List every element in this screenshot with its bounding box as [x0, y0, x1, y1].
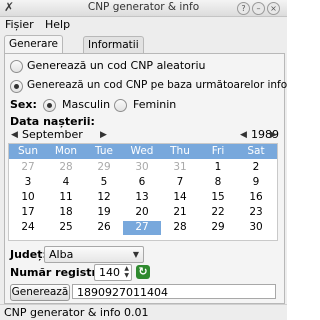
prev-month-icon[interactable]: ◀ [11, 128, 18, 142]
calendar-day[interactable]: 24 [9, 221, 47, 235]
calendar-day[interactable]: 30 [237, 221, 275, 235]
dayname-mon: Mon [54, 145, 78, 157]
calendar-day[interactable]: 14 [161, 191, 199, 205]
menu-help[interactable]: Help [45, 18, 70, 31]
calendar-day[interactable]: 3 [9, 176, 47, 190]
tab-informatii-cnp[interactable]: Informatii CNP [83, 36, 144, 68]
calendar-day[interactable]: 13 [123, 191, 161, 205]
dayname-sun: Sun [18, 145, 38, 157]
dayname-sat: Sat [247, 145, 265, 157]
info-option-label: Generează un cod CNP pe baza următoarelo… [27, 79, 287, 91]
calendar-day[interactable]: 29 [199, 221, 237, 235]
calendar-month[interactable]: September [22, 128, 83, 142]
calendar-day[interactable]: 9 [237, 176, 275, 190]
calendar-day[interactable]: 1 [199, 161, 237, 175]
judet-value: Alba [49, 248, 74, 261]
calendar-day[interactable]: 22 [199, 206, 237, 220]
calendar-day[interactable]: 11 [47, 191, 85, 205]
minimize-icon[interactable]: – [252, 2, 265, 15]
calendar-day[interactable]: 25 [47, 221, 85, 235]
calendar-day[interactable]: 28 [161, 221, 199, 235]
dayname-thu: Thu [170, 145, 190, 157]
calendar-day[interactable]: 19 [85, 206, 123, 220]
dayname-fri: Fri [211, 145, 225, 157]
spin-arrows-icon[interactable]: ▲ ▼ [124, 265, 129, 279]
calendar-day[interactable]: 16 [237, 191, 275, 205]
registru-value: 140 [99, 266, 120, 279]
menu-file[interactable]: Fișier [5, 18, 34, 31]
male-radio[interactable] [43, 99, 56, 112]
tab-generare-cnp[interactable]: Generare CNP [4, 35, 64, 67]
cnp-result-field[interactable]: 1890927011404 [72, 284, 276, 299]
next-year-icon[interactable]: ▶ [270, 128, 277, 142]
calendar-day[interactable]: 10 [9, 191, 47, 205]
status-bar: CNP generator & info 0.01 [0, 304, 287, 320]
info-radio[interactable] [10, 80, 23, 93]
male-label: Masculin [62, 98, 111, 111]
calendar-day[interactable]: 23 [237, 206, 275, 220]
female-label: Feminin [133, 98, 177, 111]
menu-bar: Fișier Help [0, 17, 287, 32]
calendar-day[interactable]: 29 [85, 161, 123, 175]
calendar-day[interactable]: 30 [123, 161, 161, 175]
registru-spinbox[interactable]: 140 ▲ ▼ [94, 264, 132, 281]
calendar-day[interactable]: 7 [161, 176, 199, 190]
chevron-down-icon: ▼ [132, 250, 139, 259]
calendar-day[interactable]: 21 [161, 206, 199, 220]
calendar-day[interactable]: 27 [9, 161, 47, 175]
calendar-header: ◀ September ▶ ◀ 1989 ▶ [8, 128, 279, 142]
judet-select[interactable]: Alba ▼ [44, 246, 144, 263]
calendar-day[interactable]: 26 [85, 221, 123, 235]
close-icon[interactable]: × [267, 2, 280, 15]
calendar-day[interactable]: 12 [85, 191, 123, 205]
calendar-day[interactable]: 17 [9, 206, 47, 220]
app-window: ✗ CNP generator & info ? – × Fișier Help… [0, 0, 287, 320]
generate-button[interactable]: Generează [10, 284, 70, 301]
dayname-wed: Wed [130, 145, 154, 157]
calendar-grid: Sun Mon Tue Wed Thu Fri Sat 27 28 29 30 … [8, 143, 278, 241]
title-bar: ✗ CNP generator & info ? – × [0, 0, 287, 17]
judet-label: Județ: [10, 248, 47, 261]
calendar-day[interactable]: 31 [161, 161, 199, 175]
calendar-day-selected[interactable]: 27 [123, 221, 161, 235]
random-radio[interactable] [10, 60, 23, 73]
calendar-day[interactable]: 8 [199, 176, 237, 190]
calendar-day[interactable]: 2 [237, 161, 275, 175]
refresh-icon[interactable]: ↻ [136, 265, 150, 279]
calendar-day[interactable]: 6 [123, 176, 161, 190]
calendar-day[interactable]: 4 [47, 176, 85, 190]
female-radio[interactable] [114, 99, 127, 112]
calendar-day[interactable]: 20 [123, 206, 161, 220]
sex-label: Sex: [10, 98, 37, 111]
calendar-daynames-row: Sun Mon Tue Wed Thu Fri Sat [9, 144, 277, 159]
birth-date-label: Data nașterii: [10, 115, 95, 128]
status-text: CNP generator & info 0.01 [4, 306, 149, 319]
calendar-day[interactable]: 5 [85, 176, 123, 190]
help-icon[interactable]: ? [237, 2, 250, 15]
calendar-day[interactable]: 18 [47, 206, 85, 220]
calendar-day[interactable]: 15 [199, 191, 237, 205]
prev-year-icon[interactable]: ◀ [240, 128, 247, 142]
next-month-icon[interactable]: ▶ [100, 128, 107, 142]
random-option-label: Generează un cod CNP aleatoriu [27, 59, 206, 72]
dayname-tue: Tue [95, 145, 113, 157]
calendar-day[interactable]: 28 [47, 161, 85, 175]
